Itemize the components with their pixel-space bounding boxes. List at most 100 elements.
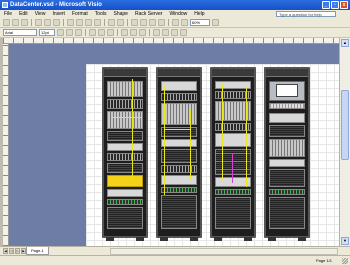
copy-icon[interactable] xyxy=(76,19,83,26)
menu-edit[interactable]: Edit xyxy=(19,10,28,18)
underline-icon[interactable] xyxy=(75,29,82,36)
save-icon[interactable] xyxy=(21,19,28,26)
close-button[interactable]: x xyxy=(340,1,348,9)
shapes-icon[interactable] xyxy=(172,19,179,26)
cable-connector[interactable] xyxy=(232,153,233,183)
italic-icon[interactable] xyxy=(66,29,73,36)
maximize-button[interactable]: ▫ xyxy=(331,1,339,9)
patch-panel[interactable] xyxy=(107,99,143,109)
kvm-keyboard[interactable] xyxy=(269,103,305,109)
cable-connector[interactable] xyxy=(190,109,191,179)
line-color-icon[interactable] xyxy=(130,29,137,36)
menu-shape[interactable]: Shape xyxy=(113,10,127,18)
line-tool-icon[interactable] xyxy=(158,19,165,26)
scroll-up-icon[interactable]: ▲ xyxy=(341,39,349,47)
power-strip[interactable] xyxy=(161,187,197,193)
drawing-canvas[interactable] xyxy=(9,44,339,246)
battery-unit[interactable] xyxy=(107,207,143,229)
redo-icon[interactable] xyxy=(117,19,124,26)
fill-color-icon[interactable] xyxy=(139,29,146,36)
font-size-combo[interactable]: 12pt xyxy=(39,29,55,36)
open-icon[interactable] xyxy=(12,19,19,26)
menu-help[interactable]: Help xyxy=(194,10,204,18)
server-unit[interactable] xyxy=(269,113,305,123)
paste-icon[interactable] xyxy=(85,19,92,26)
battery-unit[interactable] xyxy=(269,197,305,229)
battery-unit[interactable] xyxy=(215,197,251,229)
scroll-thumb[interactable] xyxy=(341,90,349,160)
ups-unit[interactable] xyxy=(107,175,143,187)
power-strip[interactable] xyxy=(107,199,143,205)
server-unit[interactable] xyxy=(161,175,197,185)
help-search-input[interactable]: Type a question for help xyxy=(276,11,336,17)
server-unit[interactable] xyxy=(107,131,143,141)
server-unit[interactable] xyxy=(107,189,143,197)
pointer-tool-icon[interactable] xyxy=(131,19,138,26)
bold-icon[interactable] xyxy=(57,29,64,36)
minimize-button[interactable]: _ xyxy=(322,1,330,9)
horizontal-scrollbar[interactable] xyxy=(110,248,338,255)
format-painter-icon[interactable] xyxy=(94,19,101,26)
storage-unit[interactable] xyxy=(161,149,197,163)
storage-unit[interactable] xyxy=(107,163,143,173)
server-rack-4[interactable] xyxy=(264,67,310,241)
text-tool-icon[interactable] xyxy=(149,19,156,26)
menu-window[interactable]: Window xyxy=(169,10,187,18)
cut-icon[interactable] xyxy=(67,19,74,26)
menu-file[interactable]: File xyxy=(4,10,12,18)
menu-format[interactable]: Format xyxy=(72,10,88,18)
undo-icon[interactable] xyxy=(108,19,115,26)
align-center-icon[interactable] xyxy=(98,29,105,36)
power-strip[interactable] xyxy=(215,189,251,195)
zoom-in-icon[interactable] xyxy=(181,19,188,26)
new-icon[interactable] xyxy=(3,19,10,26)
line-weight-icon[interactable] xyxy=(153,29,160,36)
kvm-monitor[interactable] xyxy=(269,81,305,101)
power-strip[interactable] xyxy=(269,189,305,195)
server-unit[interactable] xyxy=(161,81,197,91)
shadow-icon[interactable] xyxy=(180,29,187,36)
spelling-icon[interactable] xyxy=(53,19,60,26)
next-page-icon[interactable]: ▷ xyxy=(15,248,20,254)
switch-unit[interactable] xyxy=(107,81,143,97)
patch-panel[interactable] xyxy=(107,153,143,161)
first-page-icon[interactable]: ◀ xyxy=(3,248,8,254)
scroll-down-icon[interactable]: ▼ xyxy=(341,237,349,245)
vertical-scrollbar[interactable]: ▲ ▼ xyxy=(339,38,350,246)
print-icon[interactable] xyxy=(35,19,42,26)
menu-view[interactable]: View xyxy=(35,10,46,18)
prev-page-icon[interactable]: ◁ xyxy=(9,248,14,254)
align-left-icon[interactable] xyxy=(89,29,96,36)
patch-panel[interactable] xyxy=(161,93,197,101)
battery-unit[interactable] xyxy=(161,195,197,229)
server-rack-2[interactable] xyxy=(156,67,202,241)
menu-rack-server[interactable]: Rack Server xyxy=(135,10,163,18)
menu-tools[interactable]: Tools xyxy=(95,10,107,18)
server-unit[interactable] xyxy=(161,139,197,147)
font-color-icon[interactable] xyxy=(121,29,128,36)
resize-grip-icon[interactable] xyxy=(342,258,348,264)
server-rack-1[interactable] xyxy=(102,67,148,241)
font-combo[interactable]: Arial xyxy=(3,29,37,36)
drawing-page[interactable] xyxy=(86,64,339,246)
storage-array[interactable] xyxy=(269,169,305,187)
patch-panel[interactable] xyxy=(161,165,197,173)
page-tab[interactable]: Page-1 xyxy=(26,247,49,255)
server-unit[interactable] xyxy=(269,159,305,167)
server-unit[interactable] xyxy=(107,143,143,151)
cable-connector[interactable] xyxy=(222,83,223,179)
print-preview-icon[interactable] xyxy=(44,19,51,26)
cable-connector[interactable] xyxy=(164,129,191,130)
cable-connector[interactable] xyxy=(246,87,247,187)
blade-chassis[interactable] xyxy=(107,111,143,129)
cable-connector[interactable] xyxy=(132,79,133,179)
router-unit[interactable] xyxy=(161,103,197,125)
connector-tool-icon[interactable] xyxy=(140,19,147,26)
zoom-combo[interactable]: 60% xyxy=(190,19,210,26)
line-pattern-icon[interactable] xyxy=(162,29,169,36)
align-right-icon[interactable] xyxy=(107,29,114,36)
help-icon[interactable] xyxy=(212,19,219,26)
line-ends-icon[interactable] xyxy=(171,29,178,36)
cable-connector[interactable] xyxy=(164,85,165,195)
cable-connector[interactable] xyxy=(112,117,142,118)
